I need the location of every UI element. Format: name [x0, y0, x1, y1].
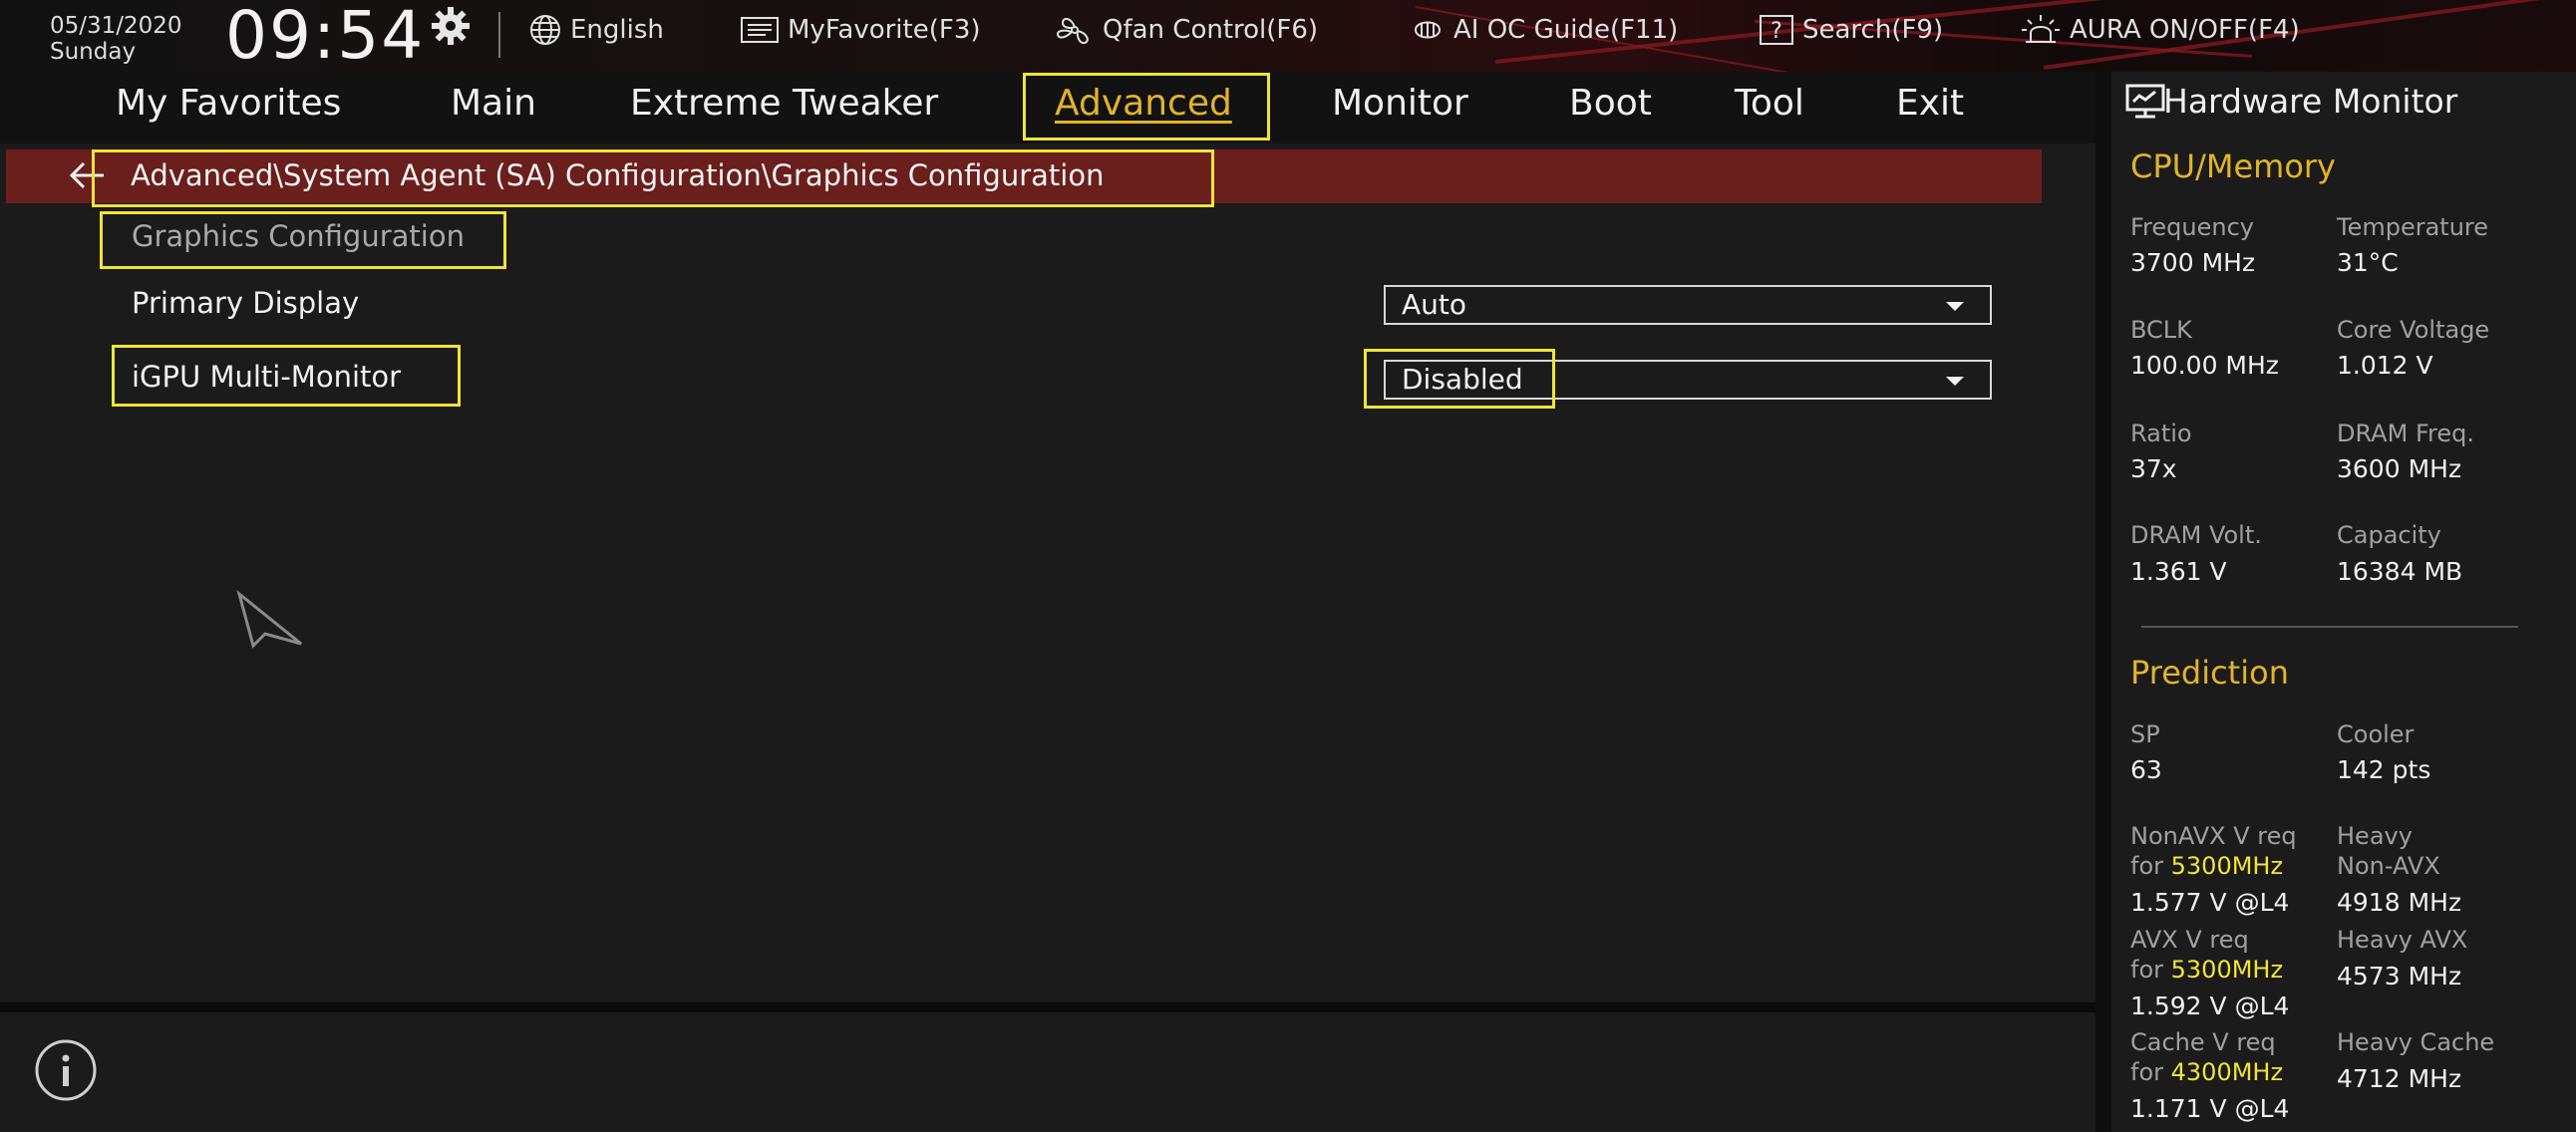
highlight-box	[100, 211, 506, 269]
nonavx-vreq-label: NonAVX V req	[2130, 822, 2297, 850]
highlight-box	[1364, 349, 1555, 409]
non-avx-label: Non-AVX	[2337, 852, 2440, 880]
cpu-memory-heading: CPU/Memory	[2130, 147, 2336, 185]
for-text: for	[2130, 1058, 2163, 1086]
highlight-box	[1023, 73, 1270, 141]
prediction-heading: Prediction	[2130, 654, 2289, 692]
dram-volt-value: 1.361 V	[2130, 557, 2227, 586]
nonavx-target-frequency: 5300MHz	[2170, 852, 2284, 880]
hardware-monitor-title: Hardware Monitor	[2163, 82, 2458, 121]
qfan-control-label: Qfan Control(F6)	[1103, 15, 1319, 45]
bclk-label: BCLK	[2130, 316, 2192, 344]
svg-text:?: ?	[1771, 19, 1782, 44]
clock-time: 09:54	[225, 0, 426, 74]
capacity-label: Capacity	[2337, 521, 2441, 549]
primary-display-label: Primary Display	[132, 286, 360, 320]
cache-vreq-value: 1.171 V @L4	[2130, 1094, 2290, 1123]
favorite-icon	[741, 17, 779, 43]
chevron-down-icon	[1946, 377, 1964, 386]
for-text: for	[2130, 956, 2163, 984]
ratio-label: Ratio	[2130, 420, 2192, 447]
for-text: for	[2130, 852, 2163, 880]
frequency-value: 3700 MHz	[2130, 248, 2256, 277]
qfan-control-button[interactable]: Qfan Control(F6)	[1055, 10, 1318, 50]
myfavorite-button[interactable]: MyFavorite(F3)	[740, 10, 981, 50]
tab-extreme-tweaker[interactable]: Extreme Tweaker	[630, 78, 938, 130]
language-button[interactable]: English	[528, 10, 664, 50]
topbar-divider	[498, 12, 500, 58]
heavy-nonavx-value: 4918 MHz	[2337, 888, 2462, 917]
tab-my-favorites[interactable]: My Favorites	[116, 78, 341, 130]
ai-oc-guide-label: AI OC Guide(F11)	[1453, 15, 1679, 45]
dram-freq-value: 3600 MHz	[2337, 454, 2462, 483]
cache-target-frequency: 4300MHz	[2170, 1058, 2284, 1086]
help-footer	[0, 1012, 2095, 1132]
frequency-label: Frequency	[2130, 213, 2254, 241]
avx-for-line: for 5300MHz	[2130, 955, 2283, 985]
temperature-label: Temperature	[2337, 213, 2489, 241]
cache-for-line: for 4300MHz	[2130, 1057, 2283, 1087]
language-label: English	[570, 15, 664, 45]
aura-toggle-label: AURA ON/OFF(F4)	[2070, 15, 2300, 45]
section-divider	[2141, 626, 2518, 628]
monitor-icon	[2125, 84, 2165, 124]
ai-oc-guide-button[interactable]: AI OC Guide(F11)	[1410, 10, 1678, 50]
capacity-value: 16384 MB	[2337, 557, 2463, 586]
highlight-box	[92, 149, 1214, 207]
dram-volt-label: DRAM Volt.	[2130, 521, 2262, 549]
primary-display-value: Auto	[1402, 288, 1467, 321]
globe-icon	[530, 15, 560, 45]
sp-value: 63	[2130, 755, 2162, 784]
tab-tool[interactable]: Tool	[1735, 78, 1804, 130]
nonavx-for-line: for 5300MHz	[2130, 851, 2283, 881]
info-icon[interactable]	[34, 1038, 98, 1106]
heavy-avx-label: Heavy AVX	[2337, 926, 2468, 954]
myfavorite-label: MyFavorite(F3)	[788, 15, 981, 45]
day-text: Sunday	[50, 39, 137, 65]
main-panel	[0, 143, 2095, 1002]
cooler-value: 142 pts	[2337, 755, 2431, 784]
search-help-icon: ?	[1760, 15, 1793, 45]
primary-display-select[interactable]: Auto	[1384, 285, 1992, 325]
search-button[interactable]: ? Search(F9)	[1759, 10, 1943, 50]
bclk-value: 100.00 MHz	[2130, 351, 2279, 380]
nonavx-vreq-value: 1.577 V @L4	[2130, 888, 2290, 917]
temperature-value: 31°C	[2337, 248, 2399, 277]
heavy-avx-value: 4573 MHz	[2337, 962, 2462, 990]
heavy-label: Heavy	[2337, 822, 2413, 850]
dram-freq-label: DRAM Freq.	[2337, 420, 2474, 447]
tab-exit[interactable]: Exit	[1896, 78, 1964, 130]
aura-toggle-button[interactable]: AURA ON/OFF(F4)	[2020, 10, 2300, 50]
sp-label: SP	[2130, 720, 2160, 748]
tab-main[interactable]: Main	[451, 78, 536, 130]
avx-target-frequency: 5300MHz	[2170, 956, 2284, 984]
date-text: 05/31/2020	[50, 13, 182, 39]
gear-icon[interactable]	[429, 4, 473, 48]
fan-icon	[1056, 17, 1089, 45]
ratio-value: 37x	[2130, 454, 2177, 483]
cache-vreq-label: Cache V req	[2130, 1028, 2276, 1056]
tab-boot[interactable]: Boot	[1569, 78, 1652, 130]
chevron-down-icon	[1946, 302, 1964, 311]
avx-vreq-value: 1.592 V @L4	[2130, 991, 2290, 1020]
core-voltage-label: Core Voltage	[2337, 316, 2490, 344]
highlight-box	[112, 345, 461, 407]
tab-monitor[interactable]: Monitor	[1332, 78, 1468, 130]
cooler-label: Cooler	[2337, 720, 2415, 748]
search-label: Search(F9)	[1802, 15, 1944, 45]
heavy-cache-label: Heavy Cache	[2337, 1028, 2495, 1056]
ai-chip-icon	[1414, 21, 1442, 39]
avx-vreq-label: AVX V req	[2130, 926, 2249, 954]
mouse-cursor-icon	[235, 589, 305, 654]
heavy-cache-value: 4712 MHz	[2337, 1064, 2462, 1093]
core-voltage-value: 1.012 V	[2337, 351, 2433, 380]
aura-light-icon	[2022, 15, 2060, 43]
